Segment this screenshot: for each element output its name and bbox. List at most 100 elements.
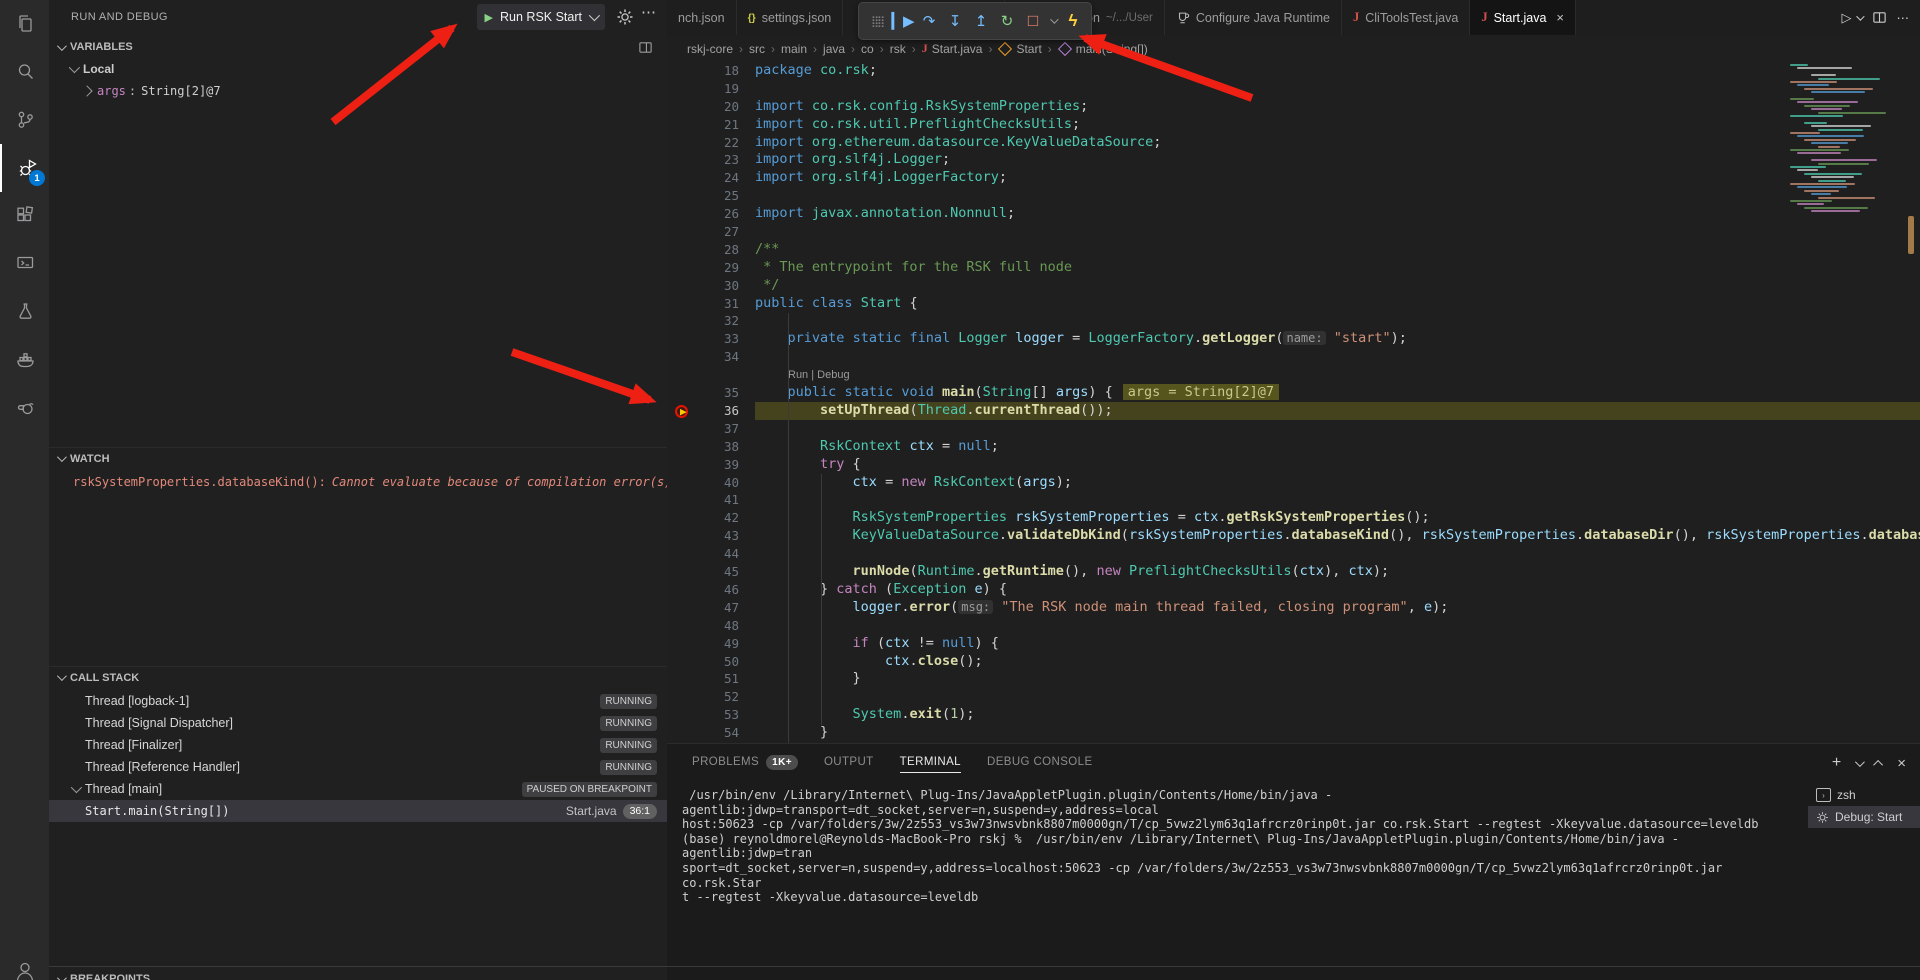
line-number[interactable]: 49 — [667, 635, 755, 653]
panel-tab-problems[interactable]: PROBLEMS1K+ — [692, 755, 798, 770]
line-number[interactable]: 45 — [667, 563, 755, 581]
activity-item-docker[interactable] — [0, 336, 49, 384]
line-number[interactable]: 35 — [667, 384, 755, 402]
minimap[interactable] — [1786, 62, 1886, 282]
call-stack-thread[interactable]: Thread [Signal Dispatcher]RUNNING — [49, 712, 667, 734]
terminal-session-zsh[interactable]: ›zsh — [1808, 784, 1920, 806]
breadcrumb-item-rsk[interactable]: rsk — [890, 42, 906, 56]
line-number[interactable]: 53 — [667, 706, 755, 724]
panel-tab-terminal[interactable]: TERMINAL — [900, 756, 961, 773]
call-stack-thread[interactable]: Thread [main]PAUSED ON BREAKPOINT — [49, 778, 667, 800]
close-panel-icon[interactable]: × — [1897, 755, 1906, 772]
line-number[interactable]: 50 — [667, 653, 755, 671]
terminal-session-debug-start[interactable]: Debug: Start — [1808, 806, 1920, 828]
run-config-dropdown[interactable]: ▶ Run RSK Start — [477, 4, 605, 30]
line-number[interactable]: 23 — [667, 151, 755, 169]
breadcrumb-item-main[interactable]: main — [781, 42, 807, 56]
variables-section-header[interactable]: VARIABLES — [49, 36, 667, 58]
step-into-icon[interactable]: ↧ — [943, 7, 967, 35]
line-number[interactable]: 21 — [667, 116, 755, 134]
call-stack-thread[interactable]: Thread [Finalizer]RUNNING — [49, 734, 667, 756]
step-out-icon[interactable]: ↥ — [969, 7, 993, 35]
panel-tab-debug-console[interactable]: DEBUG CONSOLE — [987, 756, 1093, 768]
line-number[interactable]: 18 — [667, 62, 755, 80]
watch-expression-row[interactable]: rskSystemProperties.databaseKind(): Cann… — [49, 471, 667, 493]
tab-clitoolstest-java[interactable]: JCliToolsTest.java — [1342, 0, 1470, 35]
breadcrumb-item-rskj-core[interactable]: rskj-core — [687, 42, 733, 56]
call-stack-thread[interactable]: Thread [logback-1]RUNNING — [49, 690, 667, 712]
line-number[interactable]: 44 — [667, 545, 755, 563]
overview-ruler-marker[interactable] — [1908, 216, 1914, 254]
gear-icon[interactable] — [617, 9, 633, 28]
line-number[interactable]: 48 — [667, 617, 755, 635]
terminal-dropdown-icon[interactable] — [1855, 757, 1865, 767]
run-dropdown-icon[interactable] — [1856, 12, 1864, 20]
line-number[interactable]: 37 — [667, 420, 755, 438]
line-number[interactable]: 32 — [667, 312, 755, 330]
activity-item-explorer[interactable] — [0, 0, 49, 48]
line-number[interactable]: 34 — [667, 348, 755, 366]
line-number[interactable]: 26 — [667, 205, 755, 223]
line-number[interactable]: 39 — [667, 456, 755, 474]
run-config-label[interactable]: Run RSK Start — [500, 10, 582, 24]
new-terminal-icon[interactable]: + — [1832, 754, 1841, 772]
maximize-panel-icon[interactable] — [1873, 759, 1883, 769]
more-actions-icon[interactable]: ⋯ — [1897, 10, 1911, 25]
breadcrumb-item-java[interactable]: java — [823, 42, 845, 56]
activity-item-source-control[interactable] — [0, 96, 49, 144]
tab-start-java[interactable]: JStart.java× — [1470, 0, 1576, 35]
line-number[interactable]: 54 — [667, 724, 755, 742]
hot-code-replace-icon[interactable]: ϟ — [1061, 7, 1085, 35]
watch-section-header[interactable]: WATCH — [49, 447, 667, 469]
restart-icon[interactable]: ↻ — [995, 7, 1019, 35]
line-number[interactable]: 47 — [667, 599, 755, 617]
line-number[interactable]: 30 — [667, 277, 755, 295]
line-number[interactable]: 33 — [667, 330, 755, 348]
line-number[interactable]: 41 — [667, 491, 755, 509]
tab-configure-java-runtime[interactable]: Configure Java Runtime — [1165, 0, 1342, 35]
line-number[interactable]: 22 — [667, 134, 755, 152]
call-stack-section-header[interactable]: CALL STACK — [49, 666, 667, 688]
call-stack-thread[interactable]: Thread [Reference Handler]RUNNING — [49, 756, 667, 778]
activity-item-testing[interactable] — [0, 288, 49, 336]
line-number[interactable]: 31 — [667, 295, 755, 313]
run-file-button[interactable]: ▷ — [1842, 10, 1852, 26]
line-number[interactable]: 38 — [667, 438, 755, 456]
breadcrumb-item-start-java[interactable]: JStart.java — [922, 41, 983, 56]
stack-frame[interactable]: Start.main(String[])Start.java36:1 — [49, 800, 667, 822]
line-number[interactable]: 40 — [667, 474, 755, 492]
code-editor[interactable]: 18package co.rsk;1920import co.rsk.confi… — [667, 62, 1920, 743]
line-number[interactable]: ▶36 — [667, 402, 755, 420]
breadcrumb-item-co[interactable]: co — [861, 42, 874, 56]
breadcrumb-item-src[interactable]: src — [749, 42, 765, 56]
panel-tab-output[interactable]: OUTPUT — [824, 756, 874, 768]
variable-args[interactable]: args: String[2]@7 — [49, 80, 667, 102]
run-play-icon[interactable]: ▶ — [485, 11, 493, 24]
stop-icon[interactable]: □ — [1021, 7, 1045, 35]
line-number[interactable]: 28 — [667, 241, 755, 259]
line-number[interactable]: 46 — [667, 581, 755, 599]
line-number[interactable]: 43 — [667, 527, 755, 545]
line-number[interactable]: 20 — [667, 98, 755, 116]
activity-item-remote-explorer[interactable] — [0, 240, 49, 288]
activity-item-extensions[interactable] — [0, 192, 49, 240]
terminal-output[interactable]: /usr/bin/env /Library/Internet\ Plug-Ins… — [682, 788, 1802, 905]
activity-item-search[interactable] — [0, 48, 49, 96]
close-icon[interactable]: × — [1556, 10, 1564, 25]
stop-dropdown-icon[interactable] — [1047, 7, 1059, 35]
continue-icon[interactable]: ▎▶ — [891, 7, 915, 35]
breakpoints-section-header[interactable]: BREAKPOINTS — [49, 968, 667, 980]
line-number[interactable]: 52 — [667, 688, 755, 706]
breadcrumb-item-main-string-[interactable]: main(String[]) — [1058, 42, 1148, 56]
line-number[interactable]: 29 — [667, 259, 755, 277]
line-number[interactable]: 25 — [667, 187, 755, 205]
line-number[interactable]: 42 — [667, 509, 755, 527]
codelens-run-debug[interactable]: Run | Debug — [667, 366, 1920, 384]
line-number[interactable]: 19 — [667, 80, 755, 98]
breadcrumb-item-start[interactable]: Start — [998, 42, 1041, 56]
variables-scope-local[interactable]: Local — [49, 58, 667, 80]
line-number[interactable]: 24 — [667, 169, 755, 187]
tab-settings-json[interactable]: {}settings.json — [737, 0, 844, 35]
line-number[interactable]: 51 — [667, 670, 755, 688]
split-editor-icon[interactable] — [1872, 10, 1887, 25]
